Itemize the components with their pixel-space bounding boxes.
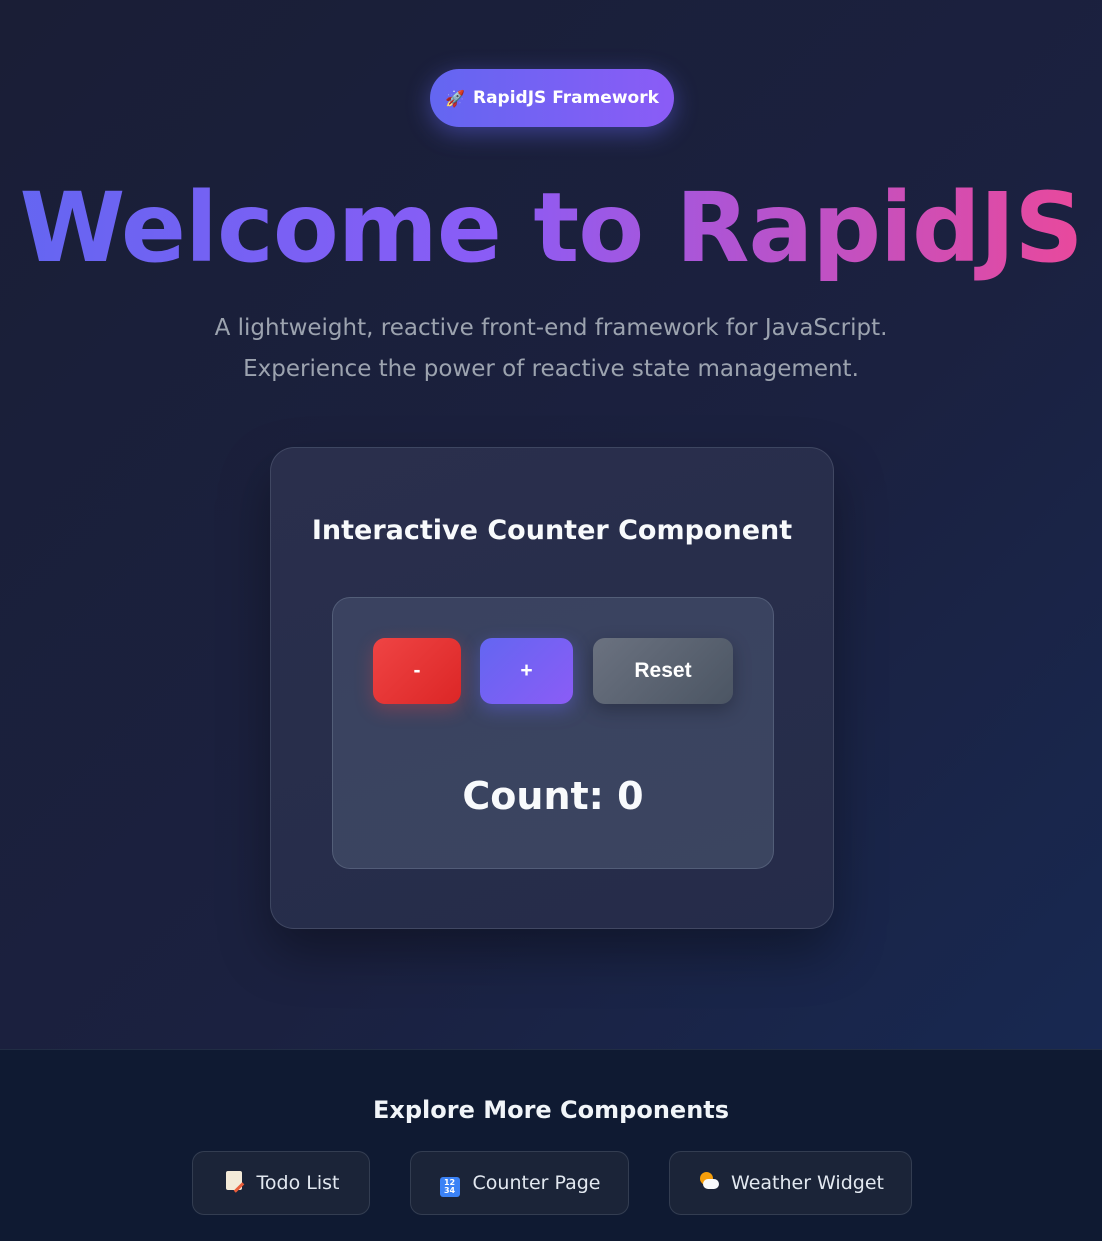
- count-display: Count: 0: [462, 774, 644, 818]
- subtitle-line-1: A lightweight, reactive front-end framew…: [214, 315, 888, 341]
- decrement-button[interactable]: -: [373, 638, 461, 704]
- sun-cloud-icon: [697, 1171, 720, 1195]
- increment-button[interactable]: +: [480, 638, 573, 704]
- page-title: Welcome to RapidJS: [0, 168, 1102, 288]
- counter-page-link[interactable]: 12 34 Counter Page: [410, 1151, 629, 1215]
- hero-section: 🚀 RapidJS Framework Welcome to RapidJS A…: [0, 0, 1102, 1049]
- page-subtitle: A lightweight, reactive front-end framew…: [0, 308, 1102, 390]
- todo-list-label: Todo List: [256, 1172, 340, 1194]
- weather-widget-link[interactable]: Weather Widget: [669, 1151, 912, 1215]
- numbers-icon: 12 34: [439, 1169, 461, 1197]
- subtitle-line-2: Experience the power of reactive state m…: [243, 356, 859, 382]
- todo-list-link[interactable]: Todo List: [192, 1151, 370, 1215]
- counter-page-label: Counter Page: [472, 1172, 601, 1194]
- footer-title: Explore More Components: [372, 1096, 730, 1124]
- footer-nav: Explore More Components Todo List 12 34 C…: [0, 1049, 1102, 1241]
- weather-widget-label: Weather Widget: [731, 1172, 884, 1194]
- counter-card-title: Interactive Counter Component: [311, 515, 793, 546]
- rocket-icon: 🚀: [445, 88, 465, 108]
- counter-card: Interactive Counter Component - + Reset …: [270, 447, 834, 929]
- reset-button[interactable]: Reset: [593, 638, 733, 704]
- memo-icon: [223, 1171, 245, 1195]
- badge-label: RapidJS Framework: [473, 88, 659, 108]
- counter-panel: - + Reset Count: 0: [332, 597, 774, 869]
- framework-badge[interactable]: 🚀 RapidJS Framework: [430, 69, 674, 127]
